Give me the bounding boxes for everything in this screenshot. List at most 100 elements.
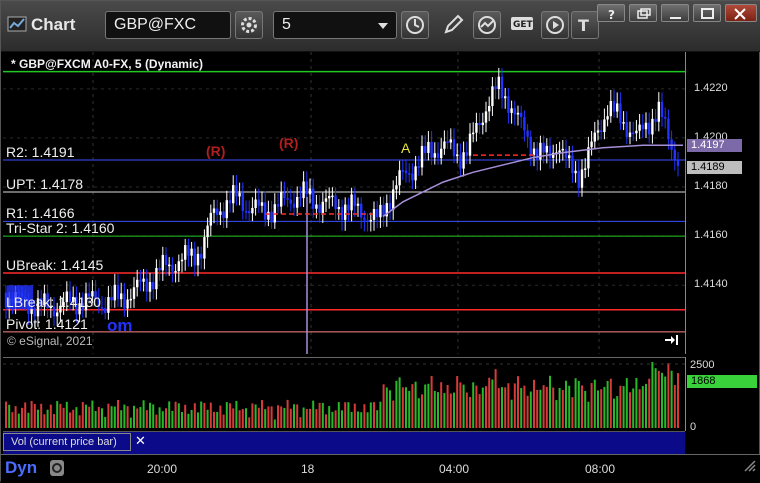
maximize-button[interactable]	[693, 4, 721, 22]
candle-body	[440, 148, 443, 159]
volume-bar	[481, 387, 484, 428]
volume-bar	[190, 409, 193, 428]
candle-body	[500, 76, 504, 99]
resize-grip-icon[interactable]	[743, 459, 757, 473]
get-data-button[interactable]: GET	[507, 11, 535, 39]
volume-bar	[638, 389, 641, 428]
candle-body	[491, 86, 494, 107]
time-axis[interactable]: Dyn 20:00 18 04:00 08:00	[1, 454, 760, 483]
candle-body	[507, 96, 510, 113]
draw-tool-button[interactable]	[439, 11, 467, 39]
volume-bar	[664, 376, 667, 428]
volume-bar	[456, 376, 459, 428]
studies-button[interactable]	[473, 11, 501, 39]
candle-body	[660, 101, 664, 117]
get-icon: GET	[511, 17, 534, 30]
volume-bar	[171, 410, 174, 428]
symbol-settings-button[interactable]	[235, 11, 263, 39]
close-button[interactable]	[725, 4, 757, 22]
volume-bar	[398, 377, 401, 428]
volume-bar	[152, 404, 155, 428]
volume-bar	[56, 401, 59, 428]
volume-bar	[654, 368, 657, 428]
candle-body	[676, 159, 680, 166]
volume-bar	[149, 402, 151, 428]
candle-body	[404, 170, 408, 174]
candle-body	[126, 299, 129, 309]
svg-text:?: ?	[608, 8, 615, 20]
time-tick-0800: 08:00	[585, 462, 616, 476]
volume-bar	[251, 403, 254, 428]
candle-body	[363, 217, 366, 221]
volume-bar	[318, 402, 321, 428]
volume-bar	[85, 404, 87, 428]
candle-body	[161, 254, 164, 271]
volume-bar	[273, 419, 276, 428]
candle-body	[603, 119, 606, 133]
volume-bar	[11, 412, 14, 428]
scroll-to-end-icon[interactable]	[663, 333, 679, 347]
symbol-input[interactable]: GBP@FXC	[105, 11, 231, 39]
volume-bar	[366, 412, 369, 428]
volume-bar	[309, 408, 311, 428]
candle-body	[430, 141, 433, 158]
volume-bar	[485, 386, 487, 428]
volume-bar	[462, 384, 465, 428]
candle-body	[331, 195, 334, 198]
volume-chart-canvas	[3, 361, 685, 428]
candle-body	[443, 141, 446, 149]
volume-bar	[181, 411, 183, 428]
volume-bar	[510, 399, 513, 428]
dynamic-label: Dyn	[5, 458, 38, 477]
help-button[interactable]: ?	[597, 4, 625, 22]
candle-body	[366, 220, 369, 222]
volume-bar	[5, 401, 7, 428]
volume-bar	[81, 402, 84, 428]
volume-bar	[504, 387, 507, 428]
volume-bar	[110, 406, 113, 428]
volume-bar	[168, 401, 171, 428]
volume-bar	[254, 404, 257, 428]
volume-bar	[241, 409, 244, 428]
volume-bar	[453, 392, 455, 428]
volume-bar	[593, 379, 596, 428]
volume-bar	[261, 400, 263, 428]
time-button[interactable]	[401, 11, 429, 39]
candle-body	[638, 124, 641, 131]
volume-bar	[392, 400, 395, 428]
play-button[interactable]	[541, 11, 569, 39]
candle-body	[452, 139, 456, 157]
interval-select[interactable]: 5	[273, 11, 397, 39]
link-icon[interactable]	[49, 459, 65, 477]
candle-body	[632, 132, 635, 135]
watermark: © eSignal, 2021	[7, 334, 93, 348]
volume-bar	[571, 397, 574, 428]
volume-bar	[33, 403, 36, 428]
minimize-button[interactable]	[661, 4, 689, 22]
volume-study-close[interactable]: ✕	[135, 433, 146, 449]
candle-body	[494, 86, 497, 90]
volume-bar	[622, 386, 625, 428]
volume-study-label[interactable]: Vol (current price bar)	[3, 433, 131, 451]
volume-bar	[264, 409, 267, 428]
volume-bar	[475, 385, 478, 428]
candle-body	[360, 203, 363, 218]
volume-bar	[245, 408, 247, 428]
volume-bar	[97, 406, 100, 428]
annotation-r-2: (R)	[279, 135, 299, 151]
volume-bar	[206, 409, 209, 428]
price-pane[interactable]: * GBP@FXCM A0-FX, 5 (Dynamic) R2: 1.4191…	[3, 52, 685, 354]
candle-body	[104, 308, 107, 313]
restore-button[interactable]	[629, 4, 657, 22]
candle-body	[251, 207, 254, 214]
volume-pane[interactable]	[3, 357, 685, 432]
candle-body	[558, 150, 561, 153]
level-label: UPT: 1.4178	[6, 175, 84, 192]
volume-bar	[49, 404, 52, 428]
candle-body	[328, 195, 331, 199]
price-axis[interactable]: 1.4220 1.4200 1.4180 1.4160 1.4140 1.4197 1.…	[685, 52, 758, 354]
candle-body	[302, 181, 305, 199]
text-tool-button[interactable]: T	[571, 11, 599, 39]
volume-bar	[302, 407, 305, 428]
volume-tick-zero: 0	[690, 421, 697, 433]
